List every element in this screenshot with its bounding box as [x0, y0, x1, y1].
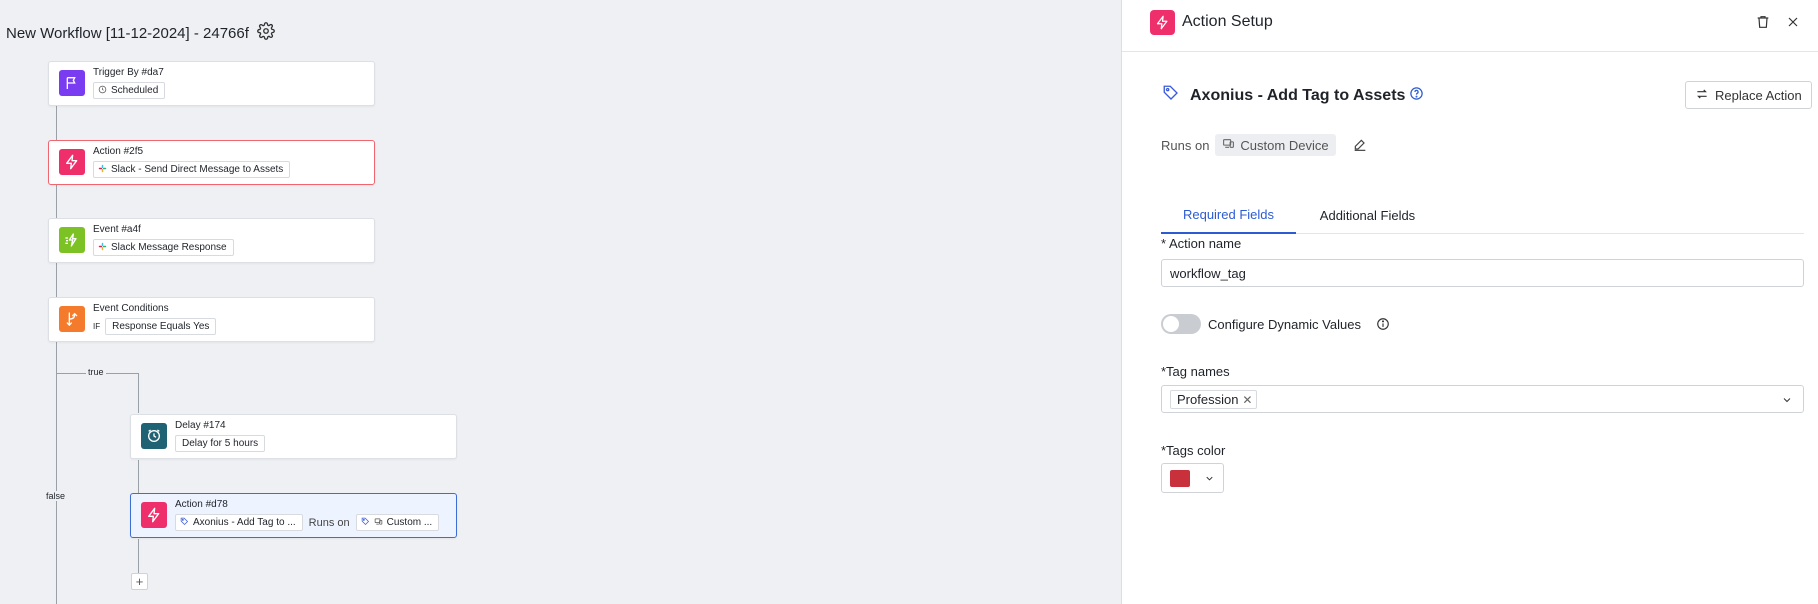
slack-icon [98, 242, 107, 254]
node-chip: Response Equals Yes [105, 318, 217, 335]
workflow-node-delay[interactable]: Delay #174 Delay for 5 hours [130, 414, 457, 459]
gear-icon[interactable] [257, 22, 275, 44]
action-name-label: * Action name [1161, 236, 1242, 251]
flag-icon [59, 70, 85, 96]
selected-tag-label: Profession [1177, 392, 1239, 407]
action-setup-panel: Action Setup Axonius - Add Tag to Assets… [1121, 0, 1818, 604]
node-chip-device-label: Custom ... [386, 517, 433, 528]
edge-label-true: true [86, 367, 106, 377]
connector [56, 342, 57, 604]
tab-additional-fields[interactable]: Additional Fields [1296, 196, 1439, 234]
dynamic-values-toggle[interactable] [1161, 314, 1201, 334]
connector [138, 539, 139, 573]
runs-on-row: Runs on Custom Device [1161, 134, 1368, 156]
tags-color-picker[interactable] [1161, 463, 1224, 493]
node-chip: Scheduled [93, 82, 166, 99]
connector [56, 263, 57, 297]
node-chip-label: Response Equals Yes [112, 321, 210, 332]
node-chip: Axonius - Add Tag to ... [175, 514, 303, 531]
info-icon[interactable] [1376, 317, 1390, 331]
connector [56, 185, 57, 218]
runs-on-label: Runs on [308, 516, 350, 529]
node-details: Scheduled [93, 82, 166, 99]
add-step-button[interactable]: + [131, 573, 148, 590]
device-chip: Custom Device [1215, 134, 1336, 156]
runs-on-label: Runs on [1161, 137, 1210, 153]
node-details: Axonius - Add Tag to ... Runs on Custom … [175, 514, 440, 531]
tag-icon [1162, 84, 1180, 107]
close-icon[interactable] [1783, 12, 1803, 32]
edge-label-false: false [44, 491, 68, 501]
node-chip: Delay for 5 hours [175, 435, 266, 452]
color-swatch [1170, 470, 1190, 487]
tag-names-select[interactable]: Profession ✕ [1161, 385, 1804, 413]
node-chip: Slack Message Response [93, 239, 234, 256]
panel-title: Action Setup [1182, 13, 1273, 30]
workflow-node-event[interactable]: Event #a4f Slack Message Response [48, 218, 375, 263]
device-label: Custom Device [1240, 137, 1329, 153]
node-chip-label: Axonius - Add Tag to ... [193, 517, 296, 528]
remove-tag-icon[interactable]: ✕ [1242, 393, 1252, 407]
dynamic-values-label: Configure Dynamic Values [1208, 316, 1361, 332]
node-title: Delay #174 [175, 420, 226, 431]
chevron-down-icon[interactable] [1781, 394, 1793, 406]
bolt-icon [59, 149, 85, 175]
node-title: Action #2f5 [93, 146, 144, 157]
node-title: Trigger By #da7 [93, 67, 164, 78]
device-icon [374, 517, 383, 529]
trash-icon[interactable] [1753, 12, 1773, 32]
replace-action-button[interactable]: Replace Action [1685, 81, 1812, 109]
node-details: Delay for 5 hours [175, 435, 266, 452]
tag-names-label: *Tag names [1161, 364, 1230, 379]
field-tabs: Required Fields Additional Fields [1161, 196, 1804, 234]
tag-icon [180, 517, 189, 529]
selected-tag: Profession ✕ [1170, 390, 1258, 409]
workflow-title-bar: New Workflow [11-12-2024] - 24766f [6, 22, 275, 44]
node-chip: Slack - Send Direct Message to Assets [93, 161, 291, 178]
action-name-row: Axonius - Add Tag to Assets [1162, 84, 1424, 107]
delay-icon [141, 423, 167, 449]
clock-icon [98, 85, 107, 97]
workflow-node-action-d78[interactable]: Action #d78 Axonius - Add Tag to ... Run… [130, 493, 457, 538]
node-chip-label: Slack Message Response [111, 242, 227, 253]
workflow-title: New Workflow [11-12-2024] - 24766f [6, 24, 249, 42]
action-name-heading: Axonius - Add Tag to Assets [1190, 86, 1406, 104]
node-title: Action #d78 [175, 499, 228, 510]
replace-action-label: Replace Action [1715, 87, 1802, 103]
node-chip-label: Slack - Send Direct Message to Assets [111, 164, 284, 175]
edit-icon[interactable] [1352, 137, 1368, 153]
node-chip-device: Custom ... [355, 514, 440, 531]
event-icon [59, 227, 85, 253]
workflow-node-action-2f5[interactable]: Action #2f5 Slack - Send Direct Message … [48, 140, 375, 185]
node-details: Slack Message Response [93, 239, 234, 256]
bolt-icon [1150, 10, 1175, 35]
node-chip-label: Delay for 5 hours [182, 438, 259, 449]
branch-icon [59, 306, 85, 332]
chevron-down-icon [1204, 473, 1215, 484]
node-title: Event Conditions [93, 303, 169, 314]
workflow-node-conditions[interactable]: Event Conditions IF Response Equals Yes [48, 297, 375, 342]
workflow-canvas[interactable]: New Workflow [11-12-2024] - 24766f true … [0, 0, 1121, 604]
node-chip-label: Scheduled [111, 85, 159, 96]
action-name-input[interactable]: workflow_tag [1161, 259, 1804, 287]
dynamic-values-row: Configure Dynamic Values [1161, 314, 1390, 334]
node-details: Slack - Send Direct Message to Assets [93, 161, 291, 178]
tab-required-fields[interactable]: Required Fields [1161, 196, 1296, 234]
node-details: IF Response Equals Yes [93, 318, 217, 335]
slack-icon [98, 164, 107, 176]
connector [138, 460, 139, 493]
tags-color-label: *Tags color [1161, 443, 1226, 458]
tag-icon [361, 517, 370, 529]
help-icon[interactable] [1409, 86, 1424, 106]
connector [138, 373, 139, 413]
workflow-node-trigger[interactable]: Trigger By #da7 Scheduled [48, 61, 375, 106]
if-label: IF [93, 322, 101, 331]
bolt-icon [141, 502, 167, 528]
device-icon [1222, 137, 1235, 153]
connector [56, 106, 57, 140]
node-title: Event #a4f [93, 224, 141, 235]
panel-header: Action Setup [1122, 0, 1818, 52]
swap-icon [1695, 87, 1709, 104]
